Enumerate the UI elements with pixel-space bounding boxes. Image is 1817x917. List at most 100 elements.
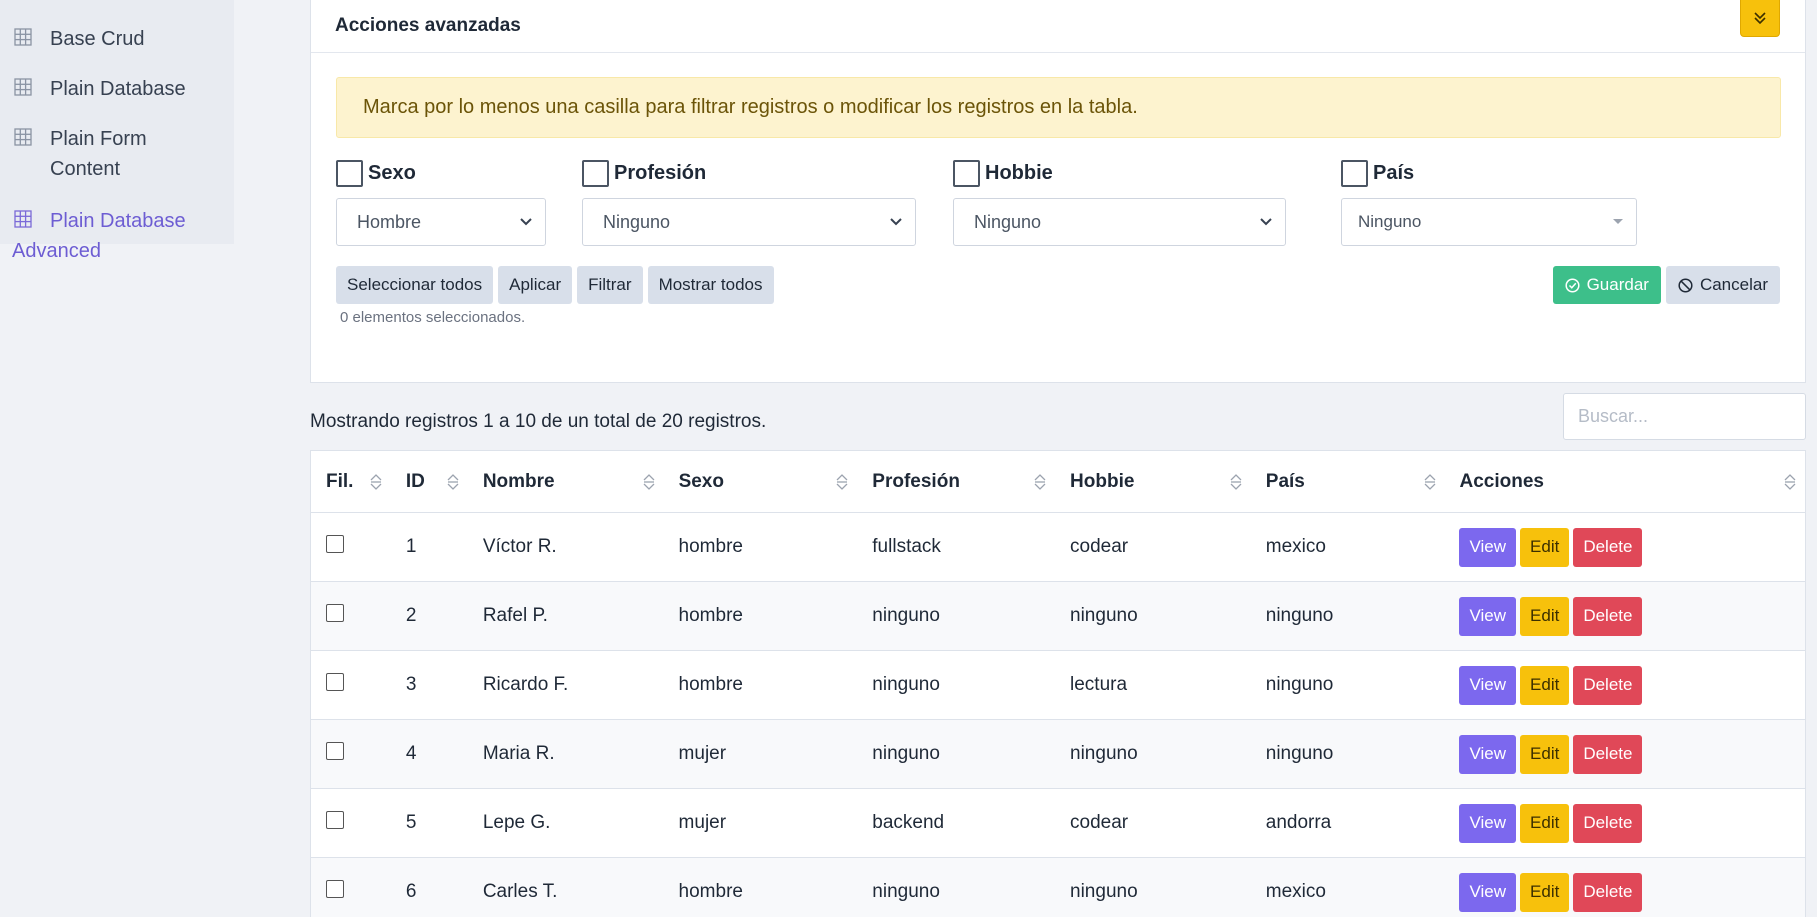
delete-button[interactable]: Delete: [1573, 596, 1643, 636]
column-header-acciones[interactable]: Acciones: [1445, 451, 1805, 512]
sidebar-item-plain-database-advanced[interactable]: Plain Database Advanced: [0, 194, 220, 276]
delete-button[interactable]: Delete: [1573, 872, 1643, 912]
column-header-sexo[interactable]: Sexo: [664, 451, 858, 512]
row-checkbox[interactable]: [326, 742, 344, 760]
cell-pais: andorra: [1265, 812, 1332, 833]
cell-id: 2: [405, 605, 417, 626]
filter-select-sexo[interactable]: Hombre: [336, 198, 546, 246]
collapse-button[interactable]: [1740, 0, 1780, 37]
column-header-hobbie[interactable]: Hobbie: [1055, 451, 1251, 512]
ban-icon: [1678, 277, 1693, 293]
table-body: 1 Víctor R. hombre fullstack codear mexico Vie…: [311, 513, 1805, 917]
row-select-cell: [311, 742, 391, 760]
table-grid-icon: [14, 28, 32, 46]
edit-button[interactable]: Edit: [1520, 527, 1570, 567]
delete-button[interactable]: Delete: [1573, 734, 1643, 774]
filter-profesion: Profesión Ninguno: [582, 159, 916, 246]
filter-select-profesion[interactable]: Ninguno: [582, 198, 916, 246]
show-all-button[interactable]: Mostrar todos: [647, 266, 774, 304]
view-button[interactable]: View: [1459, 596, 1517, 636]
cell-id: 1: [405, 536, 417, 557]
column-header-profesion[interactable]: Profesión: [857, 451, 1055, 512]
chevron-down-icon: [520, 218, 532, 226]
column-header-id[interactable]: ID: [391, 451, 468, 512]
sort-icon: [370, 473, 382, 490]
filter-checkbox-profesion[interactable]: [582, 159, 609, 187]
view-button[interactable]: View: [1459, 734, 1517, 774]
filter-select-hobbie[interactable]: Ninguno: [953, 198, 1286, 246]
column-header-fil[interactable]: Fil.: [311, 451, 391, 512]
cancel-button[interactable]: Cancelar: [1665, 266, 1780, 304]
row-checkbox[interactable]: [326, 880, 344, 898]
cell-pais: ninguno: [1265, 743, 1334, 764]
edit-button[interactable]: Edit: [1520, 872, 1570, 912]
cell-nombre: Ricardo F.: [482, 674, 569, 695]
select-value: Ninguno: [974, 211, 1042, 232]
cell-id: 4: [405, 743, 417, 764]
table-row: 5 Lepe G. mujer backend codear andorra View Edi…: [311, 789, 1805, 858]
save-button[interactable]: Guardar: [1552, 266, 1661, 304]
sort-icon: [1230, 473, 1242, 490]
cell-nombre: Víctor R.: [482, 536, 557, 557]
edit-button[interactable]: Edit: [1520, 803, 1570, 843]
row-checkbox[interactable]: [326, 673, 344, 691]
filter-label: País: [1373, 161, 1415, 184]
chevron-down-icon: [890, 218, 902, 226]
edit-button[interactable]: Edit: [1520, 665, 1570, 705]
filter-select-pais[interactable]: Ninguno: [1341, 198, 1637, 246]
filter-label: Hobbie: [985, 161, 1053, 184]
column-header-pais[interactable]: País: [1251, 451, 1445, 512]
caret-down-icon: [1613, 219, 1623, 224]
column-label: ID: [405, 470, 425, 492]
delete-button[interactable]: Delete: [1573, 665, 1643, 705]
apply-button[interactable]: Aplicar: [498, 266, 573, 304]
select-all-button[interactable]: Seleccionar todos: [336, 266, 494, 304]
cell-hobbie: codear: [1070, 536, 1129, 557]
row-checkbox[interactable]: [326, 604, 344, 622]
table-row: 6 Carles T. hombre ninguno ninguno mexico View…: [311, 858, 1805, 917]
cell-sexo: hombre: [678, 536, 743, 557]
cell-id: 5: [405, 812, 417, 833]
advanced-actions-panel: Acciones avanzadas Marca por lo menos un…: [310, 0, 1806, 383]
sidebar-item-label: Plain Database: [50, 78, 186, 100]
filter-label: Profesión: [614, 161, 707, 184]
sidebar-item-plain-form-content[interactable]: Plain Form Content: [0, 114, 234, 194]
cell-profesion: ninguno: [872, 881, 940, 902]
panel-header: Acciones avanzadas: [311, 0, 1805, 53]
cancel-label: Cancelar: [1699, 275, 1768, 294]
cell-profesion: ninguno: [872, 605, 940, 626]
column-label: Nombre: [482, 470, 555, 492]
edit-button[interactable]: Edit: [1520, 596, 1570, 636]
delete-button[interactable]: Delete: [1573, 527, 1643, 567]
filter-button[interactable]: Filtrar: [577, 266, 643, 304]
edit-button[interactable]: Edit: [1520, 734, 1570, 774]
view-button[interactable]: View: [1459, 803, 1517, 843]
sidebar-item-base-crud[interactable]: Base Crud: [0, 14, 234, 64]
filter-checkbox-sexo[interactable]: [336, 159, 363, 187]
row-actions: View Edit Delete: [1444, 872, 1805, 912]
cell-hobbie: ninguno: [1070, 605, 1138, 626]
row-actions: View Edit Delete: [1444, 803, 1805, 843]
delete-button[interactable]: Delete: [1573, 803, 1643, 843]
sidebar-item-label: Base Crud: [50, 28, 145, 50]
filter-checkbox-pais[interactable]: [1341, 159, 1368, 187]
sort-icon: [836, 473, 848, 490]
view-button[interactable]: View: [1459, 872, 1517, 912]
select-value: Ninguno: [1358, 212, 1422, 231]
form-action-buttons: Guardar Cancelar: [1552, 266, 1780, 304]
cell-pais: mexico: [1265, 536, 1326, 557]
sidebar-item-label: Plain Form Content: [50, 128, 147, 180]
filter-sexo: Sexo Hombre: [336, 159, 546, 246]
view-button[interactable]: View: [1459, 665, 1517, 705]
column-header-nombre[interactable]: Nombre: [468, 451, 664, 512]
table-row: 3 Ricardo F. hombre ninguno lectura ninguno Vi…: [311, 651, 1805, 720]
search-input[interactable]: Buscar...: [1563, 393, 1806, 440]
sidebar-item-plain-database[interactable]: Plain Database: [0, 64, 234, 114]
filter-checkbox-hobbie[interactable]: [953, 159, 980, 187]
view-button[interactable]: View: [1459, 527, 1517, 567]
cell-pais: ninguno: [1265, 605, 1334, 626]
cell-id: 6: [405, 881, 417, 902]
sort-icon: [1034, 473, 1046, 490]
row-checkbox[interactable]: [326, 811, 344, 829]
row-checkbox[interactable]: [326, 535, 344, 553]
